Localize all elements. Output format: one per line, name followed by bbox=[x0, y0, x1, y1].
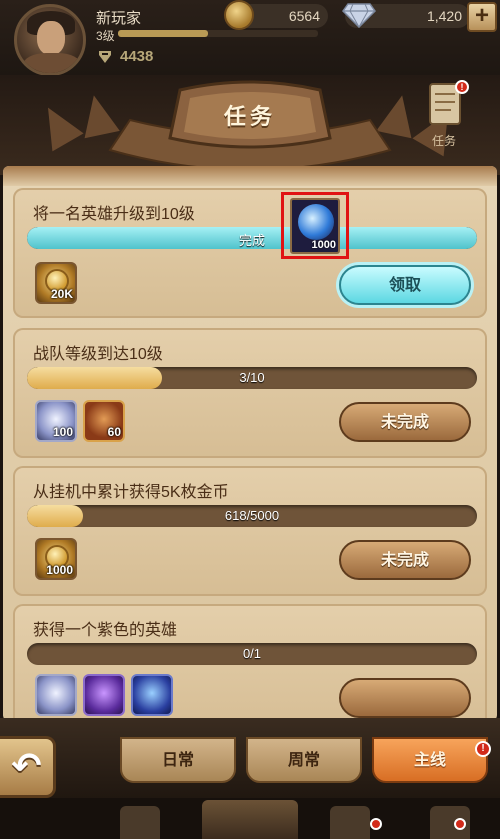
reward-gold[interactable]: 1000 bbox=[35, 538, 77, 580]
power-icon bbox=[99, 51, 111, 63]
reward-silver-chest[interactable] bbox=[35, 674, 77, 716]
task-progress-text: 完成 bbox=[238, 233, 265, 248]
tab-main[interactable]: 主线 bbox=[372, 737, 488, 783]
tab-daily[interactable]: 日常 bbox=[120, 737, 236, 783]
task-progress-text: 3/10 bbox=[239, 370, 265, 385]
xp-bar bbox=[118, 30, 318, 37]
reward-qty: 1000 bbox=[46, 563, 73, 577]
tab-notification-badge: ! bbox=[475, 741, 491, 757]
reward-silver-chest[interactable]: 100 bbox=[35, 400, 77, 442]
xp-bar-fill bbox=[118, 30, 208, 37]
task-progress-bar: 0/1 bbox=[27, 643, 477, 665]
task-progress-text: 618/5000 bbox=[224, 508, 280, 523]
diamond-icon bbox=[342, 3, 376, 28]
incomplete-button[interactable]: 未完成 bbox=[339, 402, 471, 442]
task-title: 战队等级到达10级 bbox=[33, 346, 163, 363]
power-value: 4438 bbox=[120, 48, 154, 65]
highlight-box bbox=[281, 192, 349, 259]
task-panel: 将一名英雄升级到10级 完成 20K 领取 战队等级到达10级 3/10 100… bbox=[3, 166, 497, 721]
page-title: 任务 bbox=[223, 104, 276, 129]
task-progress-bar: 618/5000 bbox=[27, 505, 477, 527]
task-progress-bar: 完成 bbox=[27, 227, 477, 249]
hero-nav-icon[interactable] bbox=[330, 806, 370, 839]
player-name: 新玩家 bbox=[96, 10, 142, 27]
task-title: 从挂机中累计获得5K枚金币 bbox=[33, 484, 229, 501]
task-progress-text: 0/1 bbox=[242, 646, 262, 661]
claim-button[interactable]: 领取 bbox=[339, 265, 471, 305]
reward-qty: 60 bbox=[107, 425, 121, 439]
nav-notification-dot bbox=[370, 818, 382, 830]
task-card: 战队等级到达10级 3/10 100 60 未完成 bbox=[13, 328, 487, 458]
scroll-label: 任务 bbox=[432, 134, 457, 148]
task-card: 获得一个紫色的英雄 0/1 bbox=[13, 604, 487, 721]
task-title: 获得一个紫色的英雄 bbox=[33, 622, 178, 639]
reward-qty: 20K bbox=[50, 287, 73, 301]
player-avatar[interactable] bbox=[14, 4, 86, 76]
gold-value: 6564 bbox=[288, 8, 320, 24]
reward-blue-orb[interactable] bbox=[131, 674, 173, 716]
tab-weekly[interactable]: 周常 bbox=[246, 737, 362, 783]
task-card: 从挂机中累计获得5K枚金币 618/5000 1000 未完成 bbox=[13, 466, 487, 596]
task-title: 将一名英雄升级到10级 bbox=[33, 206, 195, 223]
gold-coin-icon bbox=[224, 0, 254, 30]
notification-badge: ! bbox=[455, 80, 469, 94]
gem-value: 1,420 bbox=[426, 8, 462, 24]
reward-qty: 100 bbox=[52, 425, 73, 439]
castle-nav-icon[interactable] bbox=[120, 806, 160, 839]
incomplete-button[interactable]: 未完成 bbox=[339, 540, 471, 580]
nav-notification-dot bbox=[454, 818, 466, 830]
reward-purple-crystal[interactable] bbox=[83, 674, 125, 716]
back-arrow-icon[interactable]: ↶ bbox=[0, 736, 56, 798]
reward-medal[interactable]: 60 bbox=[83, 400, 125, 442]
add-gems-button[interactable]: + bbox=[467, 2, 497, 32]
task-progress-bar: 3/10 bbox=[27, 367, 477, 389]
reward-gold[interactable]: 20K bbox=[35, 262, 77, 304]
center-nav-icon[interactable] bbox=[202, 800, 298, 839]
player-level: 3级 bbox=[96, 29, 115, 43]
incomplete-button[interactable] bbox=[339, 678, 471, 718]
task-card: 将一名英雄升级到10级 完成 20K 领取 bbox=[13, 188, 487, 318]
